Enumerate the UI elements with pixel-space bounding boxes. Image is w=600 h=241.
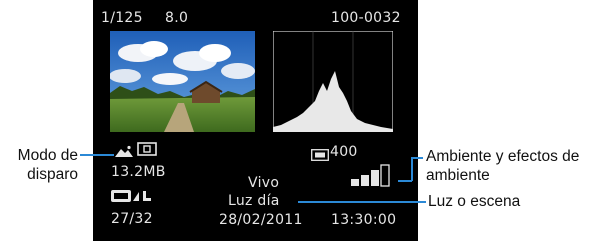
aperture: 8.0 [165,10,189,26]
leader-line-ambience-h2 [411,157,423,159]
light-scene-value: Luz día [228,193,280,209]
brightness-histogram [272,30,394,133]
ambience-level-bars-icon [351,163,393,189]
photo-thumbnail [110,31,255,132]
file-size: 13.2MB [111,164,166,180]
annotation-shooting-mode-line1: Modo de [17,147,78,164]
time: 13:30:00 [331,212,397,228]
annotation-ambience-line2: ambiente [426,167,490,184]
landscape-photo-image [110,31,255,132]
shutter-speed: 1/125 [101,10,143,26]
evaluative-metering-icon [137,141,157,156]
annotation-ambience-line1: Ambiente y efectos de [426,148,580,165]
leader-line-ambience-h1 [398,180,412,182]
annotation-shooting-mode: Modo de disparo [0,146,78,184]
picture-style: Vivo [248,175,280,191]
iso-value: 400 [330,144,358,160]
iso-icon [311,146,329,161]
file-number: 100-0032 [331,10,401,26]
annotation-shooting-mode-line2: disparo [27,166,78,183]
raw-large-quality-icon [111,188,153,202]
histogram-graph [272,30,394,133]
leader-line-shooting-mode [80,154,114,156]
image-counter: 27/32 [111,211,153,227]
leader-line-ambience-v [411,157,413,181]
date: 28/02/2011 [219,212,303,228]
scenic-intelligent-auto-icon [115,142,133,157]
annotation-light-scene: Luz o escena [428,193,521,210]
camera-lcd-screen: 1/125 8.0 100-0032 13.2MB 27/32 400 Vivo… [93,0,418,241]
annotation-ambience: Ambiente y efectos de ambiente [426,147,579,185]
leader-line-light-scene [298,201,426,203]
